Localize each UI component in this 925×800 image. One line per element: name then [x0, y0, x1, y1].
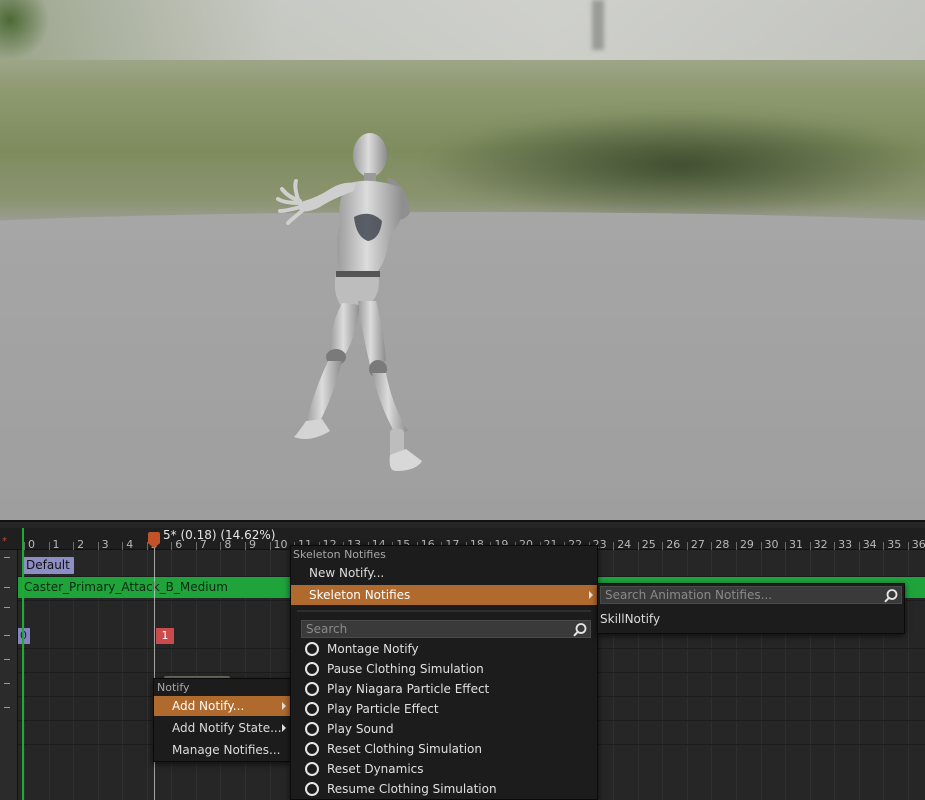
skeleton-notifies-heading: Skeleton Notifies [293, 548, 386, 561]
notify-option[interactable]: Play Sound [291, 719, 597, 739]
notify-marker-0[interactable]: 0 [18, 628, 30, 644]
notify-class-list[interactable]: Montage Notify Pause Clothing Simulation… [291, 639, 597, 800]
ruler-tick [269, 542, 271, 550]
gutter-marker [4, 607, 10, 608]
gutter-marker [4, 635, 10, 636]
ruler-tick [73, 542, 75, 550]
radio-circle-icon [305, 682, 319, 696]
submenu-arrow-icon [589, 591, 593, 599]
notify-menu-heading: Notify [157, 681, 190, 694]
add-notify-state-label: Add Notify State... [172, 721, 282, 735]
ruler-tick [97, 542, 99, 550]
ruler-tick [858, 542, 860, 550]
submenu-arrow-icon [282, 724, 286, 732]
ruler-tick [834, 542, 836, 550]
track-gutter [0, 550, 18, 800]
gutter-marker [4, 707, 10, 708]
menu-separator [297, 610, 591, 612]
radio-circle-icon [305, 782, 319, 796]
ruler-tick [171, 542, 173, 550]
notify-search-box[interactable] [301, 620, 591, 638]
ruler-tick [785, 542, 787, 550]
radio-circle-icon [305, 662, 319, 676]
ruler-tick [883, 542, 885, 550]
add-notify-submenu[interactable]: Skeleton Notifies New Notify... Skeleton… [290, 545, 598, 800]
notify-option[interactable]: Play Particle Effect [291, 699, 597, 719]
notify-option[interactable]: Resume Clothing Simulation [291, 779, 597, 799]
ruler-tick [735, 542, 737, 550]
ruler-tick [613, 542, 615, 550]
ruler-tick [809, 542, 811, 550]
animation-notify-search-input[interactable] [605, 587, 879, 603]
add-notify-label: Add Notify... [172, 699, 245, 713]
montage-section-default[interactable]: Default [22, 557, 74, 574]
notify-marker-1[interactable]: 1 [156, 628, 174, 644]
radio-circle-icon [305, 702, 319, 716]
ruler-tick [760, 542, 762, 550]
gutter-marker [4, 587, 10, 588]
mannequin-character[interactable] [270, 125, 440, 485]
notify-option-label: Pause Clothing Simulation [327, 662, 484, 676]
ruler-tick [24, 542, 25, 550]
notify-option[interactable]: Montage Notify [291, 639, 597, 659]
search-icon[interactable] [572, 622, 588, 638]
notify-option[interactable]: Play Niagara Particle Effect [291, 679, 597, 699]
radio-circle-icon [305, 762, 319, 776]
skill-notify-item[interactable]: SkillNotify [598, 609, 904, 629]
manage-notifies-label: Manage Notifies... [172, 743, 281, 757]
ruler-tick [48, 542, 50, 550]
ruler-tick [907, 542, 909, 550]
ruler-tick [637, 542, 639, 550]
ruler-tick [146, 542, 148, 550]
start-marker: * [2, 536, 7, 547]
radio-circle-icon [305, 742, 319, 756]
notify-search-input[interactable] [306, 621, 568, 637]
skeleton-notifies-item[interactable]: Skeleton Notifies [291, 585, 597, 605]
ruler-tick [686, 542, 688, 550]
ruler-tick [244, 542, 246, 550]
notify-option-label: Play Niagara Particle Effect [327, 682, 490, 696]
notify-option-label: Play Particle Effect [327, 702, 439, 716]
notify-option-label: Play Sound [327, 722, 394, 736]
manage-notifies-item[interactable]: Manage Notifies... [154, 740, 290, 760]
gutter-marker [4, 557, 10, 558]
search-icon[interactable] [883, 588, 899, 604]
start-line [22, 528, 24, 800]
skill-notify-label: SkillNotify [600, 612, 661, 626]
gutter-marker [4, 683, 10, 684]
radio-circle-icon [305, 642, 319, 656]
notify-option-label: Resume Clothing Simulation [327, 782, 497, 796]
radio-circle-icon [305, 722, 319, 736]
gutter-marker [4, 659, 10, 660]
ground-shadow [420, 110, 925, 220]
notify-option-label: Reset Dynamics [327, 762, 424, 776]
new-notify-label: New Notify... [309, 566, 385, 580]
ruler-tick [220, 542, 222, 550]
animation-segment-label: Caster_Primary_Attack_B_Medium [24, 580, 228, 594]
notify-option[interactable]: Reset Dynamics [291, 759, 597, 779]
animation-notify-search-box[interactable] [600, 586, 902, 604]
notify-option[interactable]: Reset Clothing Simulation [291, 739, 597, 759]
viewport-floor [0, 212, 925, 520]
viewport-floor-fade [0, 480, 925, 520]
notify-option[interactable]: Pause Clothing Simulation [291, 659, 597, 679]
add-notify-state-item[interactable]: Add Notify State... [154, 718, 290, 738]
background-pole [592, 0, 604, 50]
playhead-readout: 5* (0.18) (14.62%) [163, 528, 276, 542]
skeleton-notifies-submenu[interactable]: SkillNotify [597, 583, 905, 634]
submenu-arrow-icon [282, 702, 286, 710]
ruler-tick [122, 542, 124, 550]
ruler-tick [662, 542, 664, 550]
notify-option-label: Montage Notify [327, 642, 419, 656]
notify-context-menu[interactable]: Notify Add Notify... Add Notify State...… [153, 678, 291, 762]
ruler-tick [195, 542, 197, 550]
viewport-3d[interactable] [0, 0, 925, 520]
new-notify-item[interactable]: New Notify... [291, 563, 597, 583]
ruler-tick [711, 542, 713, 550]
viewport-background [0, 0, 925, 60]
add-notify-item[interactable]: Add Notify... [154, 696, 290, 716]
notify-option-label: Reset Clothing Simulation [327, 742, 482, 756]
skeleton-notifies-label: Skeleton Notifies [309, 588, 411, 602]
